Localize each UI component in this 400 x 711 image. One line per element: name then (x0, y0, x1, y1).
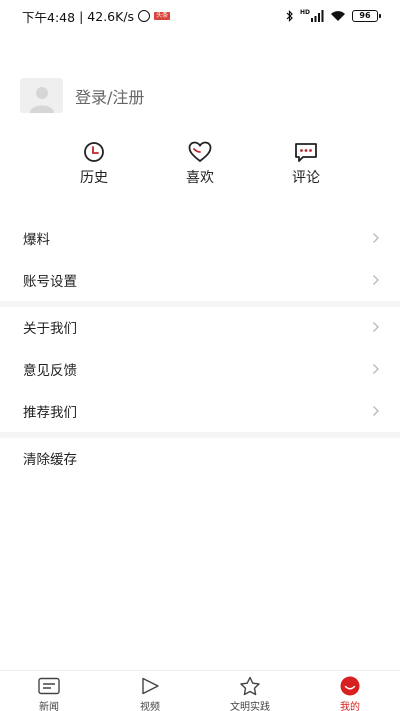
chevron-right-icon (372, 320, 382, 334)
chevron-right-icon (372, 273, 382, 287)
tab-video-label: 视频 (140, 702, 160, 711)
tab-civilization-practice[interactable]: 文明实践 (220, 676, 280, 711)
menu-item-recommend-us[interactable]: 推荐我们 (0, 390, 400, 432)
status-time: 下午4:48 (22, 9, 76, 25)
comment-icon (295, 143, 317, 162)
tab-news[interactable]: 新闻 (19, 676, 79, 711)
chevron-right-icon (372, 404, 382, 418)
shortcut-likes[interactable]: 喜欢 (170, 140, 230, 187)
shortcut-comments-label: 评论 (292, 170, 320, 186)
tab-video[interactable]: 视频 (120, 676, 180, 711)
news-icon (38, 677, 60, 695)
tab-profile[interactable]: 我的 (320, 676, 380, 711)
bottom-tab-bar: 新闻 视频 文明实践 我的 (0, 670, 400, 711)
shortcut-likes-label: 喜欢 (186, 170, 214, 186)
menu-item-about-us[interactable]: 关于我们 (0, 306, 400, 348)
status-network-speed: 42.6K/s (87, 8, 135, 24)
menu-item-label: 爆料 (23, 232, 50, 248)
tab-news-label: 新闻 (39, 702, 59, 711)
play-icon (142, 677, 159, 695)
shortcut-row: 历史 喜欢 评论 (0, 140, 400, 192)
cellular-signal-icon (311, 10, 324, 22)
status-right: HD 96 (286, 8, 381, 22)
bluetooth-icon (286, 10, 293, 22)
heart-icon (188, 141, 212, 163)
login-register-link[interactable]: 登录/注册 (75, 84, 144, 108)
menu-item-label: 账号设置 (23, 274, 77, 290)
tab-civilization-practice-label: 文明实践 (230, 702, 270, 711)
profile-icon (340, 676, 360, 696)
shortcut-comments[interactable]: 评论 (276, 140, 336, 187)
menu-item-account-settings[interactable]: 账号设置 (0, 259, 400, 301)
shortcut-history-label: 历史 (80, 170, 108, 186)
star-icon (240, 676, 260, 696)
chevron-right-icon (372, 362, 382, 376)
tab-profile-label: 我的 (340, 702, 360, 711)
menu-item-clear-cache[interactable]: 清除缓存 (0, 437, 400, 479)
status-separator: | (79, 8, 84, 24)
network-type-label: HD (299, 8, 310, 16)
menu-item-label: 清除缓存 (23, 452, 77, 468)
battery-indicator: 96 (352, 10, 381, 22)
alarm-icon (138, 10, 151, 22)
menu-item-label: 推荐我们 (23, 405, 77, 421)
shortcut-history[interactable]: 历史 (64, 140, 124, 187)
menu-item-label: 意见反馈 (23, 363, 77, 379)
menu-item-label: 关于我们 (23, 321, 77, 337)
menu-item-tip-off[interactable]: 爆料 (0, 217, 400, 259)
wifi-icon (331, 11, 345, 21)
menu-item-feedback[interactable]: 意见反馈 (0, 348, 400, 390)
clock-icon (84, 142, 104, 162)
avatar[interactable] (20, 78, 63, 113)
status-bar: 下午4:48 | 42.6K/s 头条 HD 96 (0, 0, 400, 32)
default-avatar-icon (29, 87, 54, 113)
login-row[interactable]: 登录/注册 (20, 78, 144, 113)
news-app-badge: 头条 (154, 12, 171, 20)
status-left: 下午4:48 | 42.6K/s 头条 (22, 7, 171, 26)
chevron-right-icon (372, 231, 382, 245)
